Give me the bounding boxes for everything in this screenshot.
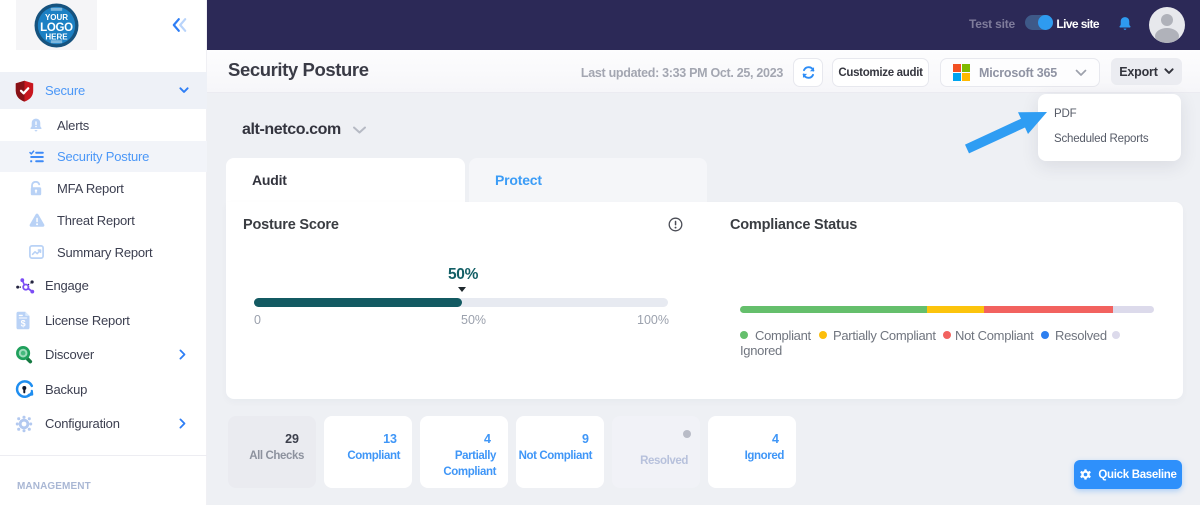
svg-text:HERE: HERE [45, 33, 68, 42]
svg-text:$: $ [21, 318, 26, 328]
